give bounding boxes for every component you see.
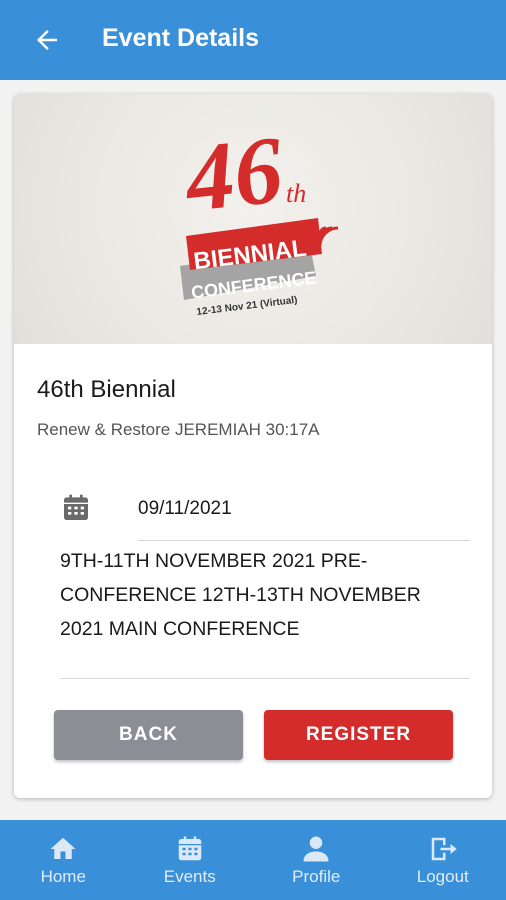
event-card: 46 th BIENNIAL CONFERENCE 12-13 Nov 21 (… bbox=[14, 94, 492, 798]
event-description: 9TH-11TH NOVEMBER 2021 PRE-CONFERENCE 12… bbox=[60, 550, 421, 640]
person-icon bbox=[303, 836, 329, 862]
nav-item-events[interactable]: Events bbox=[127, 820, 254, 900]
app-bar: Event Details bbox=[0, 0, 506, 80]
back-button[interactable]: BACK bbox=[54, 710, 243, 760]
banner-suffix: th bbox=[286, 179, 306, 208]
divider bbox=[138, 540, 470, 541]
event-subtitle: Renew & Restore JEREMIAH 30:17A bbox=[37, 420, 320, 439]
nav-item-home[interactable]: Home bbox=[0, 820, 127, 900]
nav-label: Home bbox=[40, 867, 86, 886]
home-icon bbox=[50, 837, 76, 859]
event-banner-image: 46 th BIENNIAL CONFERENCE 12-13 Nov 21 (… bbox=[14, 94, 492, 344]
bottom-navigation: Home Events Profile Logout bbox=[0, 820, 506, 900]
nav-item-logout[interactable]: Logout bbox=[380, 820, 506, 900]
nav-label: Logout bbox=[416, 867, 469, 886]
nav-label: Profile bbox=[292, 867, 341, 886]
event-date: 09/11/2021 bbox=[138, 498, 232, 519]
event-title: 46th Biennial bbox=[37, 376, 176, 403]
calendar-icon bbox=[60, 492, 92, 524]
page-title: Event Details bbox=[102, 23, 260, 52]
logout-icon bbox=[431, 837, 457, 861]
divider bbox=[60, 678, 470, 679]
arrow-left-icon[interactable] bbox=[22, 20, 72, 60]
nav-item-profile[interactable]: Profile bbox=[253, 820, 380, 900]
calendar-icon bbox=[178, 836, 201, 861]
register-button[interactable]: REGISTER bbox=[264, 710, 453, 760]
nav-label: Events bbox=[163, 867, 216, 886]
banner-number: 46 bbox=[179, 115, 288, 232]
